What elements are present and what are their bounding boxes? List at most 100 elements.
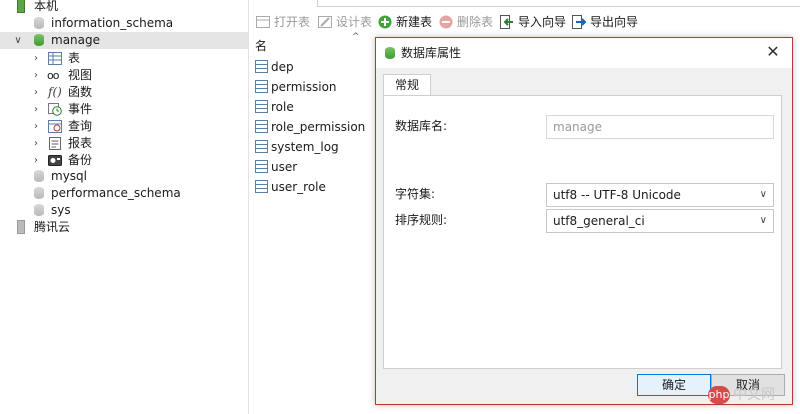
tree-node-events[interactable]: › 事件 [0,101,248,118]
chevron-right-icon[interactable]: › [31,152,41,169]
table-icon [255,120,268,133]
table-icon [255,80,268,93]
tree-node-label: 事件 [68,102,93,116]
new-table-label: 新建表 [396,15,433,29]
backup-icon [48,155,62,166]
object-toolbar: 打开表 设计表 新建表 删除表 导入向导 导出向导 [249,0,800,37]
tree-node-label: information_schema [51,16,174,30]
collation-select[interactable]: utf8_general_ci ∨ [546,209,774,233]
function-icon: f() [48,85,62,99]
general-panel: 数据库名: manage 字符集: utf8 -- UTF-8 Unicode … [383,95,782,369]
table-icon [48,52,62,65]
delete-table-icon [439,15,453,29]
query-icon [48,120,62,133]
tree-node-tables[interactable]: › 表 [0,50,248,67]
database-icon [385,47,395,59]
tree-node-local[interactable]: 本机 [0,0,248,15]
tree-node-backups[interactable]: › 备份 [0,152,248,169]
close-icon[interactable]: ✕ [764,43,782,61]
table-icon [255,180,268,193]
tree-node-label: 表 [68,51,81,65]
tree-node-sys[interactable]: sys [0,202,248,219]
table-icon [255,60,268,73]
database-icon [34,204,44,216]
tree-node-label: mysql [51,169,87,183]
tree-node-label: 报表 [68,136,93,150]
chevron-down-icon: ∨ [759,215,767,226]
table-name: user [271,160,298,174]
clock-icon [48,103,62,116]
tree-node-label: 本机 [34,0,59,13]
dialog-title: 数据库属性 [401,46,462,60]
tree-node-label: 查询 [68,119,93,133]
database-icon [34,187,44,199]
table-icon [255,140,268,153]
table-name: system_log [271,140,339,154]
chevron-right-icon[interactable]: › [31,135,41,152]
tree-node-tencent-cloud[interactable]: 腾讯云 [0,219,248,236]
toolbar-top-frame [317,0,800,7]
tree-node-performance-schema[interactable]: performance_schema [0,185,248,202]
table-icon [255,160,268,173]
chevron-down-icon[interactable]: ∨ [13,32,23,49]
collation-value: utf8_general_ci [553,214,645,228]
open-table-label: 打开表 [274,15,311,29]
connection-tree[interactable]: 本机 information_schema ∨ manage › 表 › oo … [0,0,249,414]
tree-node-label: 备份 [68,153,93,167]
tree-node-manage[interactable]: ∨ manage [0,32,248,49]
table-name: dep [271,60,294,74]
tree-node-label: 视图 [68,68,93,82]
table-name: permission [271,80,337,94]
chevron-right-icon[interactable]: › [31,118,41,135]
tree-node-views[interactable]: › oo 视图 [0,67,248,84]
server-icon [17,0,25,13]
glasses-icon: oo [47,69,60,82]
chevron-right-icon[interactable]: › [31,50,41,67]
tree-node-label: manage [51,33,101,47]
tree-node-queries[interactable]: › 查询 [0,118,248,135]
db-name-value: manage [553,120,603,134]
tree-node-mysql[interactable]: mysql [0,168,248,185]
chevron-right-icon[interactable]: › [31,84,41,101]
table-name: role [271,100,294,114]
watermark-logo: php [708,386,730,404]
tree-node-label: sys [51,203,71,217]
tree-node-label: 腾讯云 [34,220,71,234]
database-properties-dialog: 数据库属性 ✕ 常规 数据库名: manage 字符集: utf8 -- UTF… [375,37,793,405]
report-icon [49,137,61,150]
database-icon [34,34,44,46]
db-name-input[interactable]: manage [546,115,774,139]
table-name: user_role [271,180,326,194]
chevron-down-icon: ∨ [759,189,767,200]
import-icon [500,15,513,29]
import-wizard-label: 导入向导 [518,15,567,29]
tab-general[interactable]: 常规 [383,74,431,95]
tree-node-label: 函数 [68,85,93,99]
design-table-icon [318,16,332,28]
server-icon [17,220,25,234]
charset-select[interactable]: utf8 -- UTF-8 Unicode ∨ [546,183,774,207]
name-column-header[interactable]: 名 [255,38,267,54]
open-table-icon [256,16,270,28]
ok-button[interactable]: 确定 [637,374,711,396]
sort-up-icon: ^ [352,32,360,42]
db-name-label: 数据库名: [395,119,448,133]
table-icon [255,100,268,113]
collation-label: 排序规则: [395,213,448,227]
charset-value: utf8 -- UTF-8 Unicode [553,188,681,202]
tree-node-reports[interactable]: › 报表 [0,135,248,152]
table-name: role_permission [271,120,366,134]
watermark-text: 中文网 [733,387,775,403]
delete-table-label: 删除表 [457,15,494,29]
chevron-right-icon[interactable]: › [31,101,41,118]
database-icon [34,17,44,29]
export-icon [572,15,586,29]
tree-node-label: performance_schema [51,186,181,200]
new-table-icon [378,15,392,29]
design-table-label: 设计表 [336,15,373,29]
dialog-title-bar[interactable]: 数据库属性 ✕ [376,38,792,68]
site-watermark: php 中文网 [708,381,775,409]
tree-node-information-schema[interactable]: information_schema [0,15,248,32]
chevron-right-icon[interactable]: › [31,67,41,84]
tree-node-functions[interactable]: › f() 函数 [0,84,248,101]
